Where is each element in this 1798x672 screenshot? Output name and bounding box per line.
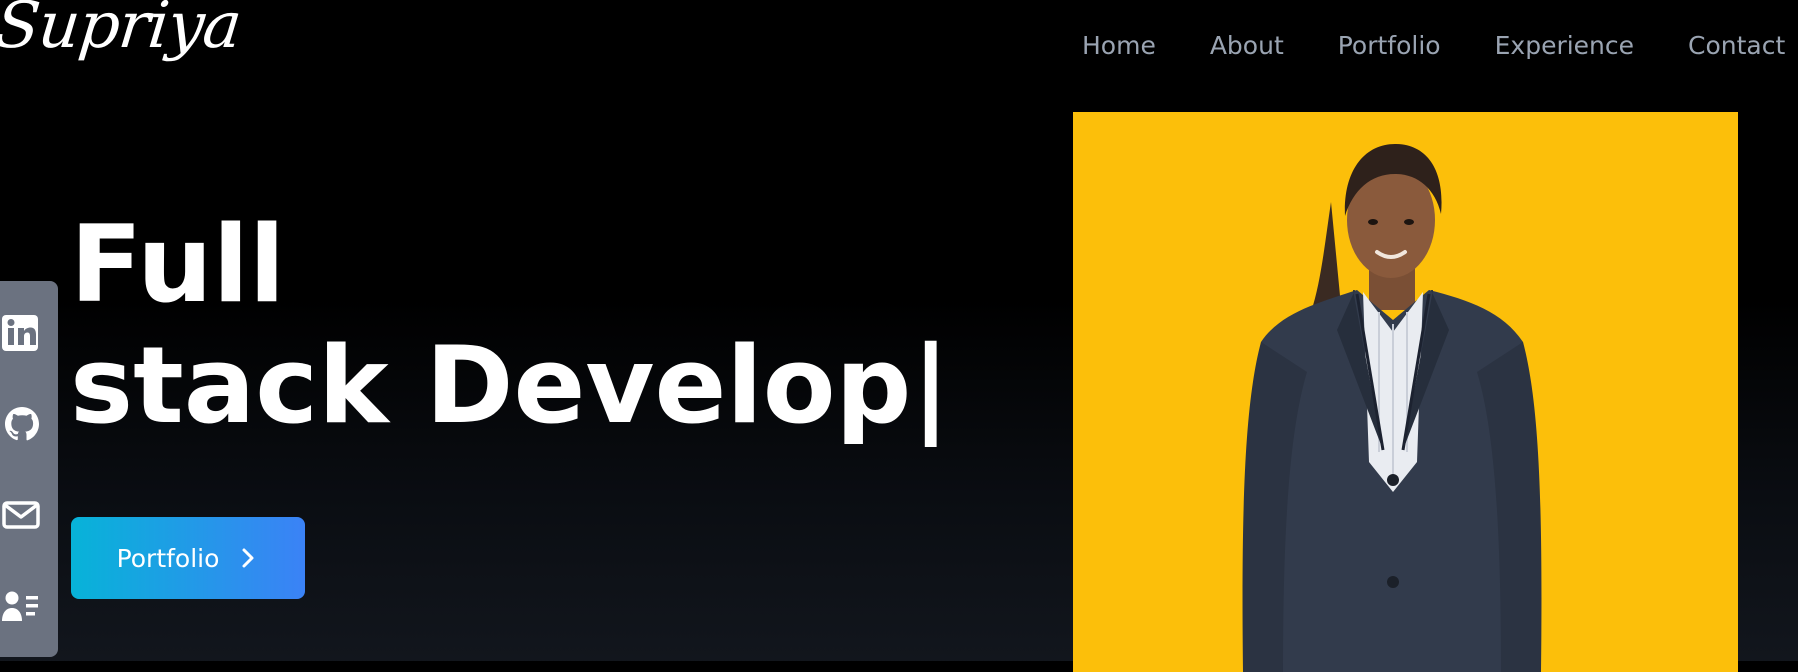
nav-experience-link[interactable]: Experience	[1495, 26, 1634, 66]
github-icon[interactable]	[2, 402, 46, 446]
hero-title-line-1: Full	[70, 203, 286, 326]
nav-about-link[interactable]: About	[1210, 26, 1284, 66]
main-nav: Home About Portfolio Experience Contact	[1082, 26, 1798, 66]
hero-typed-text: stack Develop|	[70, 324, 951, 447]
resume-icon[interactable]	[2, 584, 46, 628]
chevron-right-icon	[242, 548, 254, 568]
profile-photo	[1073, 112, 1738, 672]
nav-portfolio-link[interactable]: Portfolio	[1338, 26, 1441, 66]
brand-logo[interactable]: Supriya	[0, 0, 244, 63]
nav-contact-link[interactable]: Contact	[1688, 26, 1785, 66]
linkedin-icon[interactable]	[2, 311, 46, 355]
hero-heading: Full stack Develop|	[70, 206, 970, 448]
mail-icon[interactable]	[2, 493, 46, 537]
nav-home-link[interactable]: Home	[1082, 26, 1156, 66]
hero-title-line-2: stack Develop|	[70, 324, 970, 448]
portfolio-button-label: Portfolio	[116, 543, 220, 573]
social-sidebar	[0, 281, 58, 657]
profile-photo-illustration	[1242, 144, 1542, 672]
portfolio-button[interactable]: Portfolio	[71, 517, 305, 599]
